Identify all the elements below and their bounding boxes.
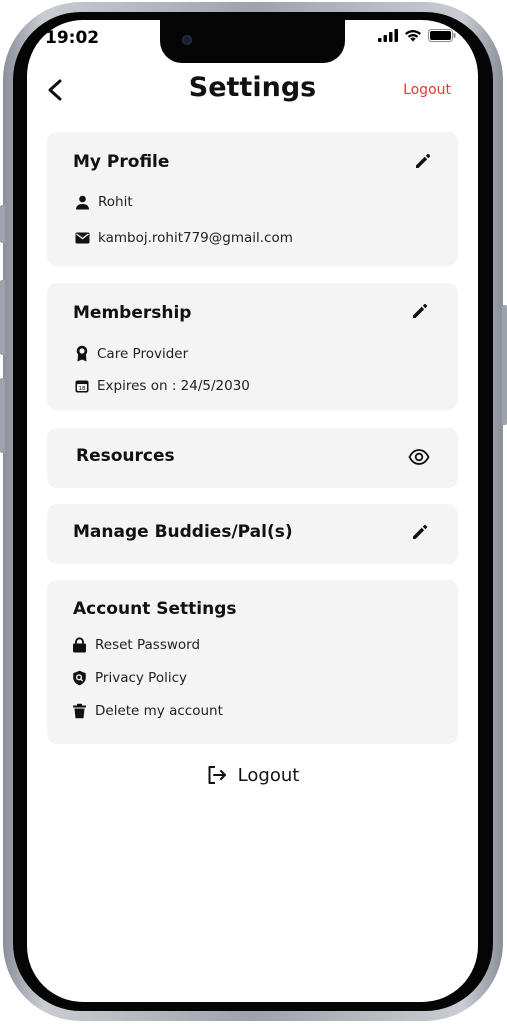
lock-icon	[73, 637, 86, 653]
edit-buddies-icon[interactable]	[410, 522, 430, 542]
screen: 19:02 Settings Logout My Profile Rohit k…	[27, 20, 478, 1002]
edit-profile-icon[interactable]	[413, 151, 433, 171]
resources-card[interactable]: Resources	[47, 428, 458, 488]
battery-icon	[428, 29, 456, 42]
notch	[160, 20, 345, 63]
logout-icon	[208, 766, 226, 784]
privacy-policy-label: Privacy Policy	[95, 670, 188, 686]
buddies-card[interactable]: Manage Buddies/Pal(s)	[47, 504, 458, 564]
profile-card: My Profile Rohit kamboj.rohit779@gmail.c…	[47, 132, 458, 266]
calendar-icon: 18	[75, 380, 89, 393]
membership-card: Membership Care Provider 18 Expires on :…	[47, 283, 458, 410]
profile-title: My Profile	[73, 152, 170, 172]
delete-account-row[interactable]: Delete my account	[72, 703, 223, 719]
account-settings-title: Account Settings	[73, 599, 237, 619]
profile-name: Rohit	[98, 194, 133, 210]
reset-password-label: Reset Password	[95, 637, 201, 653]
membership-role: Care Provider	[97, 345, 189, 362]
membership-expiry-row: 18 Expires on : 24/5/2030	[75, 378, 250, 394]
membership-role-row: Care Provider	[75, 345, 188, 362]
status-icons	[378, 29, 456, 42]
membership-title: Membership	[73, 303, 192, 323]
profile-name-row: Rohit	[75, 194, 133, 210]
calendar-day: 18	[79, 386, 86, 392]
edit-membership-icon[interactable]	[410, 301, 430, 321]
reset-password-row[interactable]: Reset Password	[72, 637, 200, 653]
front-camera	[182, 35, 192, 45]
person-icon	[76, 195, 89, 209]
volume-up-button	[0, 280, 5, 355]
resources-title: Resources	[76, 446, 175, 466]
membership-expiry: Expires on : 24/5/2030	[97, 378, 250, 394]
delete-account-label: Delete my account	[95, 703, 223, 719]
volume-down-button	[0, 378, 5, 453]
trash-icon	[73, 703, 86, 719]
logout-link[interactable]: Logout	[403, 82, 451, 98]
shield-icon	[73, 670, 86, 686]
signal-icon	[378, 29, 398, 42]
badge-icon	[76, 345, 88, 362]
logout-button-label: Logout	[237, 764, 300, 786]
status-time: 19:02	[45, 28, 100, 48]
account-settings-card: Account Settings Reset Password Privacy …	[47, 580, 458, 744]
privacy-policy-row[interactable]: Privacy Policy	[72, 670, 187, 686]
wifi-icon	[405, 30, 421, 42]
logout-button[interactable]: Logout	[27, 764, 478, 786]
power-button	[502, 305, 507, 425]
mail-icon	[75, 232, 90, 244]
profile-email-row: kamboj.rohit779@gmail.com	[75, 230, 293, 246]
profile-email: kamboj.rohit779@gmail.com	[98, 230, 293, 246]
silent-switch	[0, 205, 5, 243]
eye-icon[interactable]	[408, 447, 430, 467]
buddies-title: Manage Buddies/Pal(s)	[73, 522, 293, 542]
